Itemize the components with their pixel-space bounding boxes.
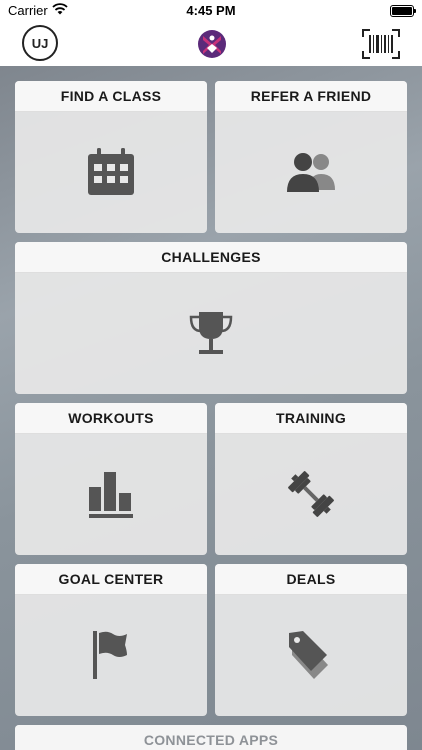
refer-a-friend-title: REFER A FRIEND bbox=[215, 81, 407, 112]
connected-apps-title: CONNECTED APPS bbox=[15, 725, 407, 750]
refer-a-friend-tile[interactable]: REFER A FRIEND bbox=[215, 81, 407, 233]
avatar[interactable]: UJ bbox=[22, 25, 58, 61]
find-a-class-tile[interactable]: FIND A CLASS bbox=[15, 81, 207, 233]
dashboard-grid: FIND A CLASS REFER A FRIEND CHALLENGES W… bbox=[0, 66, 422, 750]
challenges-tile[interactable]: CHALLENGES bbox=[15, 242, 407, 394]
deals-title: DEALS bbox=[215, 564, 407, 595]
top-nav-bar: UJ bbox=[0, 22, 422, 66]
find-a-class-title: FIND A CLASS bbox=[15, 81, 207, 112]
deals-tile[interactable]: DEALS bbox=[215, 564, 407, 716]
status-bar: Carrier 4:45 PM bbox=[0, 0, 422, 22]
trophy-icon bbox=[189, 312, 233, 354]
goal-center-title: GOAL CENTER bbox=[15, 564, 207, 595]
users-icon bbox=[287, 153, 335, 192]
battery-icon bbox=[390, 5, 416, 17]
workouts-tile[interactable]: WORKOUTS bbox=[15, 403, 207, 555]
calendar-icon bbox=[88, 148, 134, 195]
tags-icon bbox=[289, 631, 328, 679]
connected-apps-tile[interactable]: CONNECTED APPS bbox=[15, 725, 407, 750]
barcode-scan-icon[interactable] bbox=[362, 29, 400, 59]
brand-logo bbox=[198, 30, 226, 58]
dumbbell-icon bbox=[288, 471, 334, 517]
challenges-title: CHALLENGES bbox=[15, 242, 407, 273]
goal-center-tile[interactable]: GOAL CENTER bbox=[15, 564, 207, 716]
training-title: TRAINING bbox=[215, 403, 407, 434]
clock: 4:45 PM bbox=[186, 3, 236, 18]
workouts-title: WORKOUTS bbox=[15, 403, 207, 434]
bar-chart-icon bbox=[89, 472, 133, 518]
training-tile[interactable]: TRAINING bbox=[215, 403, 407, 555]
flag-icon bbox=[93, 631, 127, 679]
